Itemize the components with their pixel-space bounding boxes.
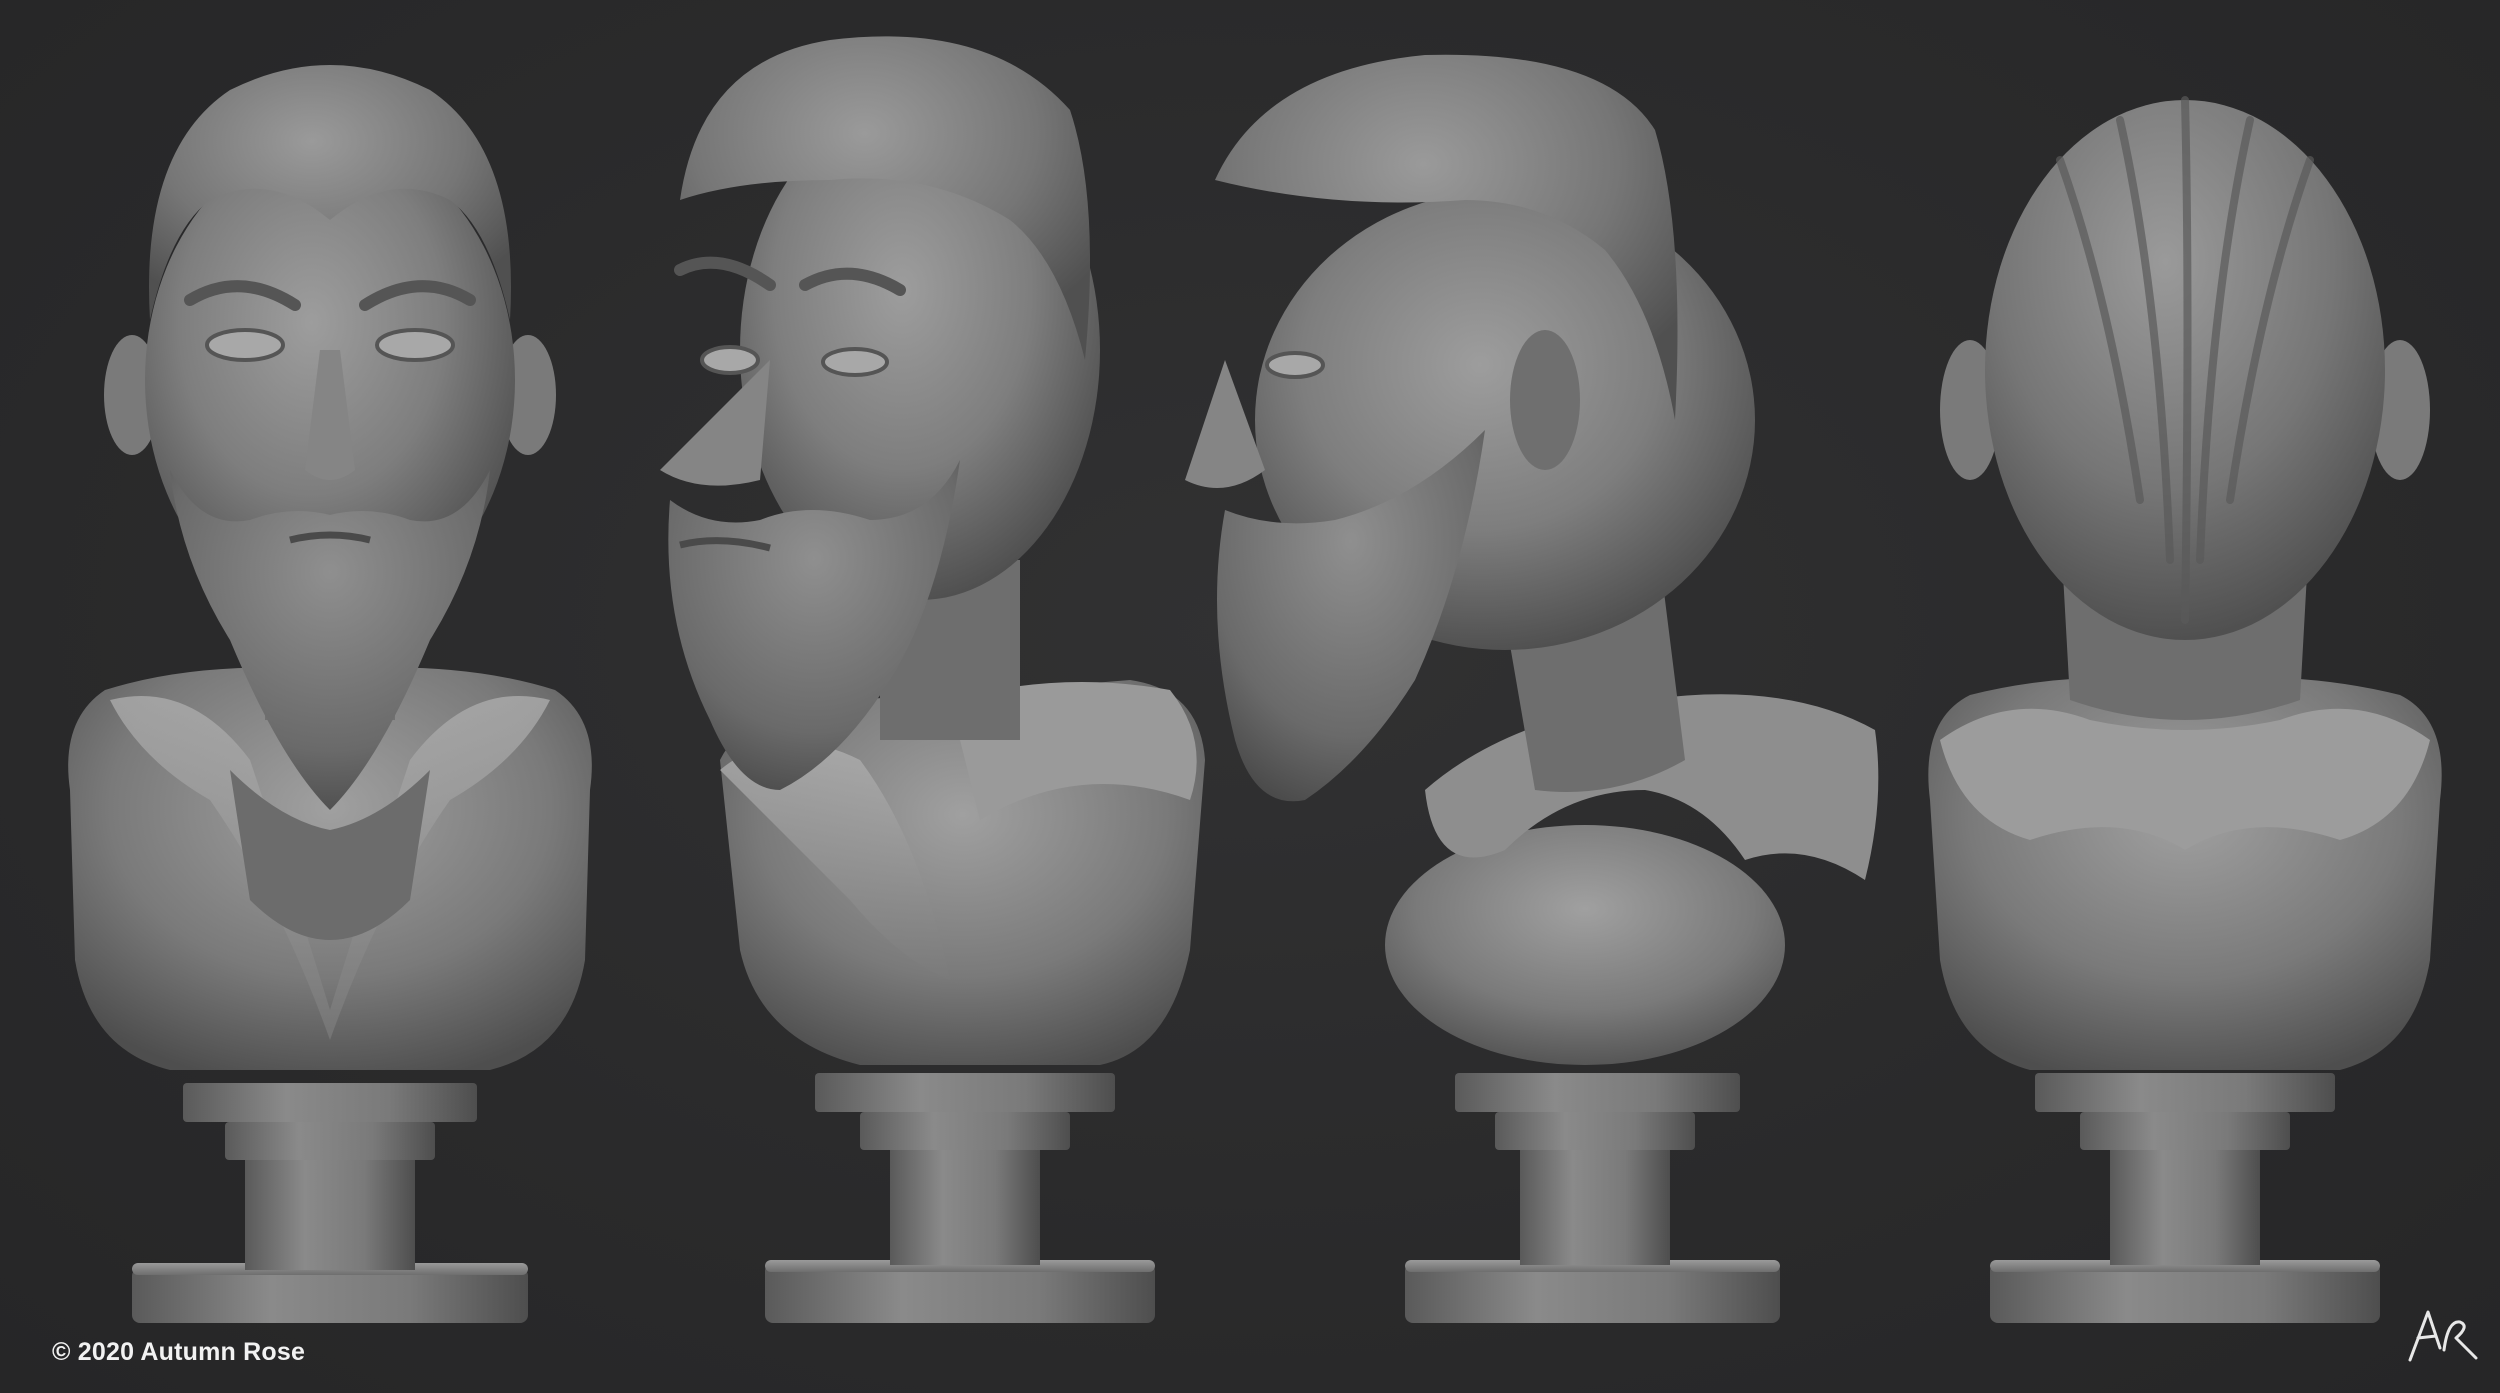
copyright-notice: © 2020 Autumn Rose xyxy=(52,1338,306,1366)
artist-signature xyxy=(2400,1300,2480,1370)
bust-profile-view xyxy=(1185,0,1905,1393)
pedestal xyxy=(1990,1073,2380,1323)
pedestal xyxy=(1405,1073,1780,1323)
pedestal xyxy=(132,1083,528,1323)
render-canvas: © 2020 Autumn Rose xyxy=(0,0,2500,1393)
torso xyxy=(1928,677,2442,1070)
bust-back-view xyxy=(1910,0,2460,1393)
bust-front-view xyxy=(50,0,610,1393)
bust-three-quarter-view xyxy=(630,0,1230,1393)
pedestal xyxy=(765,1073,1155,1323)
head xyxy=(1265,351,1325,379)
